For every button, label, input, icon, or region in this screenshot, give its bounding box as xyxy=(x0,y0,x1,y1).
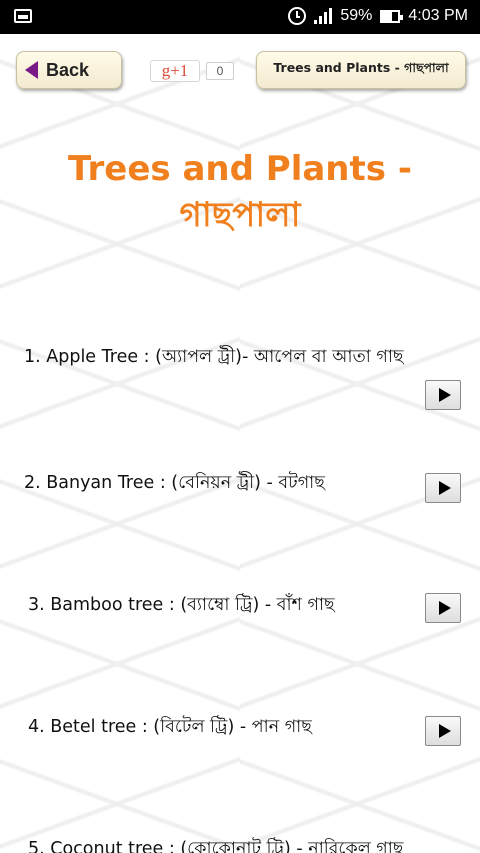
list-item-text: 4. Betel tree : (বিটেল ট্রি) - পান গাছ xyxy=(28,717,312,737)
play-button[interactable] xyxy=(425,473,461,503)
battery-percent: 59% xyxy=(340,7,373,24)
play-icon xyxy=(438,601,451,615)
list-item-text: 1. Apple Tree : (অ্যাপল ট্রী)- আপেল বা আ… xyxy=(24,347,404,367)
battery-icon xyxy=(380,9,404,23)
play-icon xyxy=(438,481,451,495)
play-button[interactable] xyxy=(425,593,461,623)
status-icons: 59% 4:03 PM xyxy=(288,7,468,25)
play-button[interactable] xyxy=(425,380,461,410)
alarm-icon xyxy=(288,7,307,25)
google-plus-button[interactable]: g+1 xyxy=(150,60,200,82)
page-title: Trees and Plants - গাছপালা xyxy=(0,146,480,238)
play-icon xyxy=(438,388,451,402)
google-plus-widget: g+1 0 xyxy=(150,59,234,83)
clock: 4:03 PM xyxy=(408,7,468,24)
back-label: Back xyxy=(46,59,90,80)
notification-icon xyxy=(14,9,32,23)
list-item-text: 3. Bamboo tree : (ব্যাম্বো ট্রি) - বাঁশ … xyxy=(28,595,335,615)
page-title-line2: গাছপালা xyxy=(179,195,301,235)
back-arrow-icon xyxy=(25,61,38,79)
top-bar: Back g+1 0 Trees and Plants - গাছপালা xyxy=(0,34,480,114)
page-title-line1: Trees and Plants - xyxy=(68,149,412,189)
play-icon xyxy=(438,724,451,738)
play-button[interactable] xyxy=(425,716,461,746)
google-plus-count: 0 xyxy=(206,62,234,80)
back-button[interactable]: Back xyxy=(16,51,122,89)
status-bar: 59% 4:03 PM xyxy=(0,0,480,34)
topic-button[interactable]: Trees and Plants - গাছপালা xyxy=(256,51,466,89)
list-item-text: 5. Coconut tree : (কোকোনাট ট্রি) - নারিক… xyxy=(28,839,404,853)
page: Back g+1 0 Trees and Plants - গাছপালা Tr… xyxy=(0,34,480,853)
signal-icon xyxy=(314,8,333,24)
list-item-text: 2. Banyan Tree : (বেনিয়ন ট্রী) - বটগাছ xyxy=(24,473,325,493)
